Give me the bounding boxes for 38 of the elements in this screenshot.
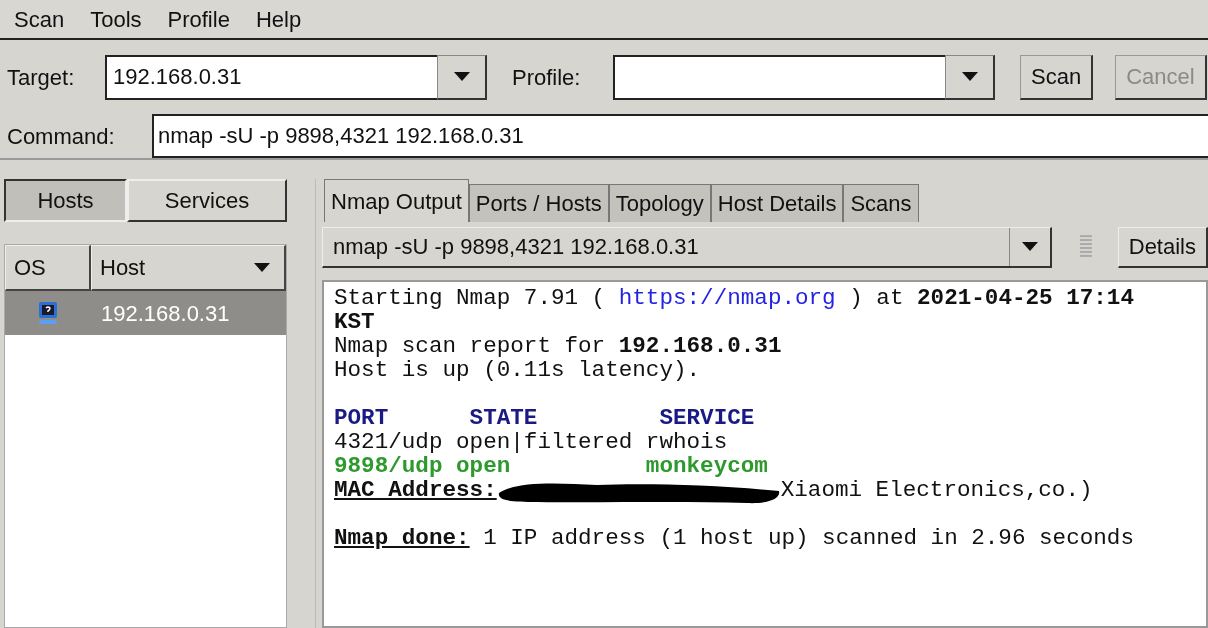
profile-field[interactable] xyxy=(613,54,945,100)
output-line: Nmap scan report for 192.168.0.31 xyxy=(334,334,783,358)
output-line: Nmap done: 1 IP address (1 host up) scanned in 2.96 seconds xyxy=(334,526,1135,550)
output-line: Host is up (0.11s latency). xyxy=(334,358,702,382)
menu-item[interactable]: Profile xyxy=(167,2,230,36)
details-button[interactable]: Details xyxy=(1117,226,1208,268)
tab[interactable]: Scans xyxy=(843,184,919,222)
scan-select[interactable]: nmap -sU -p 9898,4321 192.168.0.31 xyxy=(322,226,1052,268)
dropdown-caret-icon xyxy=(961,72,978,81)
menu-item[interactable]: Help xyxy=(255,2,302,36)
view-toggle-button[interactable]: Services xyxy=(127,179,287,222)
sort-caret-icon xyxy=(254,263,270,272)
output-line: Starting Nmap 7.91 ( https://nmap.org ) at 2021-04-25 17:14 KST xyxy=(334,286,1135,334)
tab[interactable]: Host Details xyxy=(710,184,844,222)
tab[interactable]: Topology xyxy=(608,184,711,222)
menu-item[interactable]: Tools xyxy=(90,2,142,36)
tab[interactable]: Nmap Output xyxy=(324,179,469,222)
command-field[interactable]: nmap -sU -p 9898,4321 192.168.0.31 xyxy=(152,114,1208,158)
dropdown-button[interactable] xyxy=(437,54,487,100)
menu-item[interactable]: Scan xyxy=(14,2,65,36)
scan-button[interactable]: Scan xyxy=(1020,54,1094,100)
computer-icon xyxy=(35,300,61,326)
target-label: Target: xyxy=(7,63,76,92)
output-line: 9898/udp open monkeycom xyxy=(334,454,769,478)
dropdown-button[interactable] xyxy=(945,54,995,100)
host-address: 192.168.0.31 xyxy=(100,299,230,328)
output-line: 4321/udp open|filtered rwhois xyxy=(334,430,729,454)
nmap-link[interactable]: https://nmap.org xyxy=(618,285,836,311)
output-line: MAC Address: Xiaomi Electronics,co.) xyxy=(334,478,1184,502)
grip-handle-icon[interactable] xyxy=(1079,235,1092,259)
tab[interactable]: Ports / Hosts xyxy=(468,184,609,222)
dropdown-caret-icon xyxy=(1021,242,1038,251)
profile-label: Profile: xyxy=(512,63,582,92)
view-toggle-button[interactable]: Hosts xyxy=(4,179,127,222)
dropdown-caret-icon xyxy=(453,72,470,81)
output-line: PORT STATE SERVICE xyxy=(334,406,756,430)
command-label: Command: xyxy=(7,122,116,151)
target-field[interactable]: 192.168.0.31 xyxy=(105,54,437,100)
